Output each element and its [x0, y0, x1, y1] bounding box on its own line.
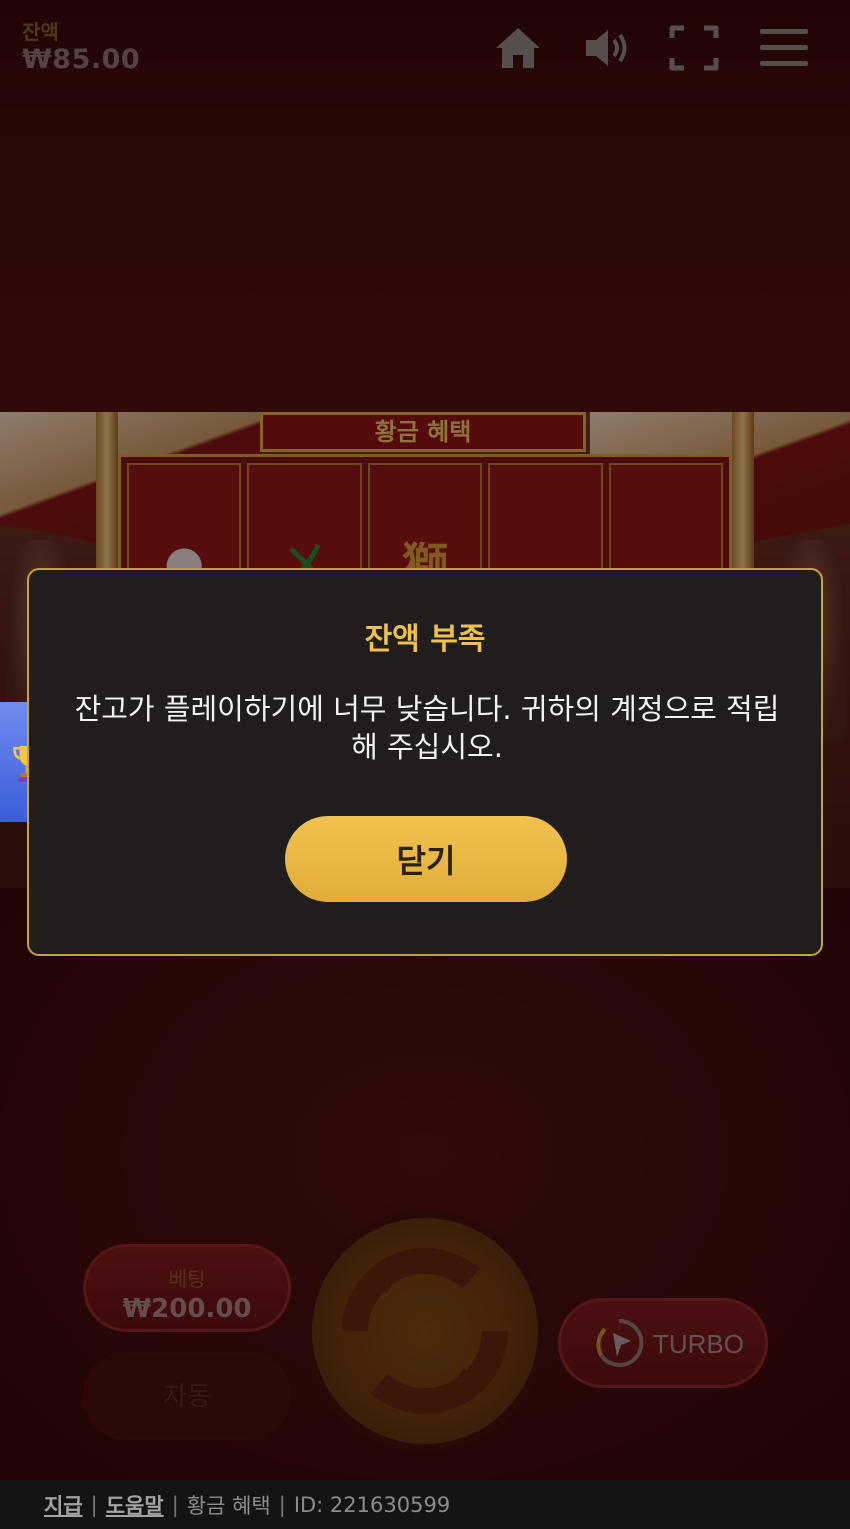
footer-separator: | [278, 1492, 286, 1517]
fullscreen-icon[interactable] [666, 20, 722, 76]
turbo-label: TURBO [653, 1329, 744, 1359]
balance-label: 잔액 [22, 20, 59, 44]
home-icon[interactable] [490, 20, 546, 76]
feature-title: 황금 혜택 [260, 412, 586, 452]
bet-label: 베팅 [168, 1267, 206, 1291]
turbo-button[interactable]: TURBO [558, 1298, 768, 1388]
auto-button[interactable]: 자동 [83, 1352, 291, 1440]
dialog-title: 잔액 부족 [364, 622, 486, 657]
dialog-message: 잔고가 플레이하기에 너무 낮습니다. 귀하의 계정으로 적립해 주십시오. [74, 692, 780, 764]
turbo-icon [596, 1318, 644, 1367]
menu-icon[interactable] [756, 20, 812, 76]
auto-label: 자동 [163, 1382, 211, 1412]
bet-button[interactable]: 베팅 ₩200.00 [83, 1244, 291, 1332]
footer-separator: | [90, 1492, 98, 1517]
footer-bar: 지급 | 도움말 | 황금 혜택 | ID: 221630599 [0, 1480, 850, 1529]
bet-value: ₩200.00 [122, 1294, 252, 1324]
pay-link[interactable]: 지급 [44, 1490, 83, 1520]
insufficient-balance-dialog: 잔액 부족 잔고가 플레이하기에 너무 낮습니다. 귀하의 계정으로 적립해 주… [27, 568, 823, 956]
footer-separator: | [171, 1492, 179, 1517]
spin-arrows-icon [342, 1248, 508, 1414]
game-name: 황금 혜택 [186, 1493, 271, 1518]
volume-icon[interactable] [578, 20, 634, 76]
help-link[interactable]: 도움말 [106, 1490, 164, 1520]
balance-value: ₩85.00 [22, 44, 141, 75]
close-button[interactable]: 닫기 [285, 816, 567, 902]
spin-button[interactable] [312, 1218, 538, 1444]
session-id: ID: 221630599 [293, 1492, 451, 1517]
